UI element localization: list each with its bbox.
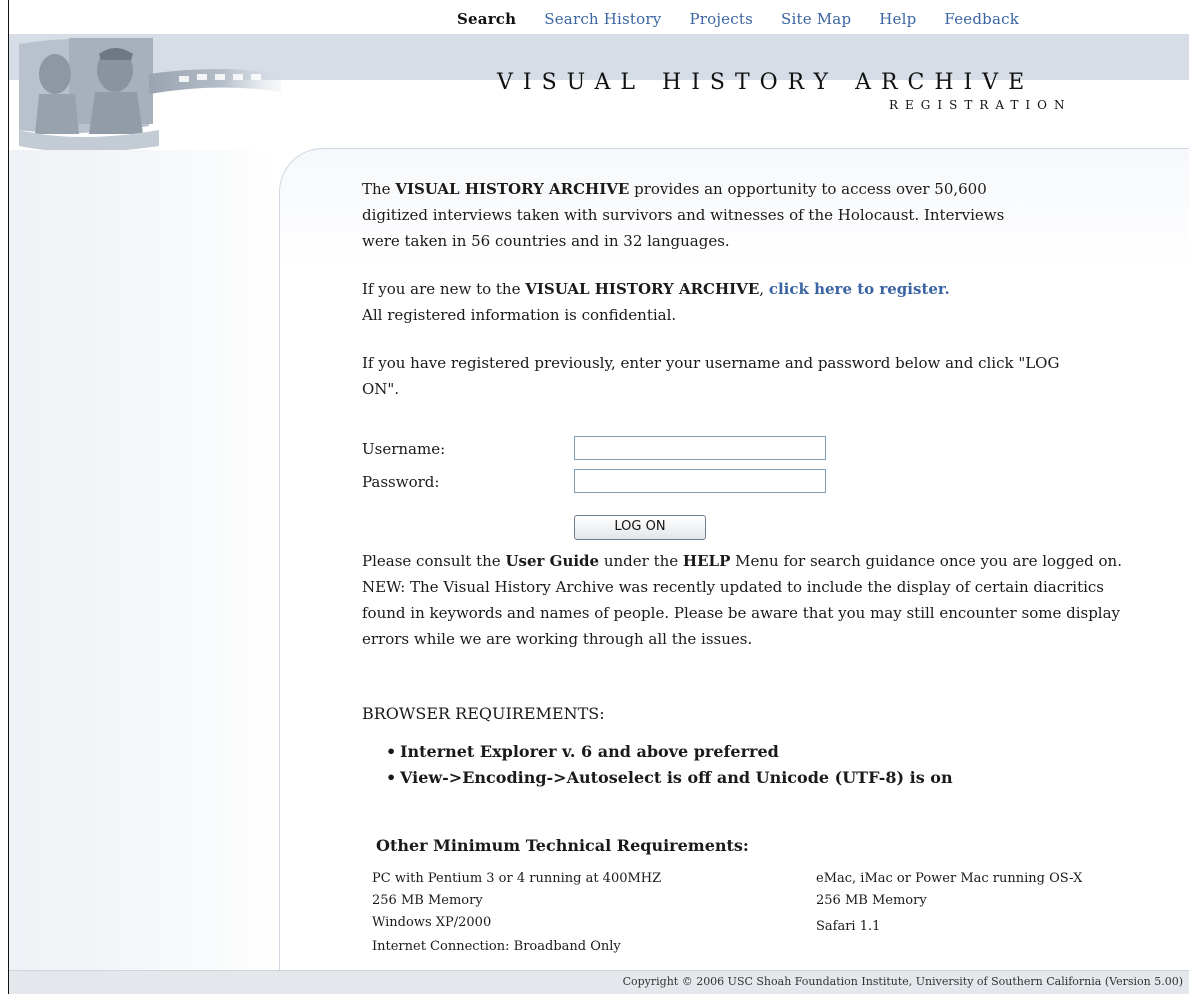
new-diacritics-note: NEW: The Visual History Archive was rece… xyxy=(362,578,1121,648)
list-item: Internet Connection: Broadband Only xyxy=(372,939,621,954)
nav-search[interactable]: Search xyxy=(457,10,516,32)
username-label: Username: xyxy=(362,440,446,458)
list-item: View->Encoding->Autoselect is off and Un… xyxy=(386,765,1152,791)
text: The xyxy=(362,180,396,198)
nav-site-map[interactable]: Site Map xyxy=(781,10,851,32)
nav-help[interactable]: Help xyxy=(879,10,916,32)
nav-search-history[interactable]: Search History xyxy=(544,10,661,32)
register-link[interactable]: click here to register. xyxy=(769,280,950,298)
list-item: 256 MB Memory xyxy=(372,893,483,908)
intro-paragraph: The VISUAL HISTORY ARCHIVE provides an o… xyxy=(362,176,1042,254)
password-label: Password: xyxy=(362,473,440,491)
password-input[interactable] xyxy=(574,469,826,493)
copyright-footer: Copyright © 2006 USC Shoah Foundation In… xyxy=(9,970,1189,994)
intro-section: The VISUAL HISTORY ARCHIVE provides an o… xyxy=(362,176,1152,402)
text: Menu for search guidance once you are lo… xyxy=(730,552,1122,570)
list-item: 256 MB Memory xyxy=(816,893,927,908)
page-title: VISUAL HISTORY ARCHIVE xyxy=(497,70,1035,95)
text: under the xyxy=(599,552,683,570)
confidential-note: All registered information is confidenti… xyxy=(362,306,677,324)
left-gradient xyxy=(9,150,279,970)
archive-name: VISUAL HISTORY ARCHIVE xyxy=(525,280,760,298)
tech-heading: Other Minimum Technical Requirements: xyxy=(376,836,749,855)
browser-heading: BROWSER REQUIREMENTS: xyxy=(362,704,605,723)
user-guide-ref: User Guide xyxy=(505,552,600,570)
password-row: Password: xyxy=(362,469,842,497)
page-subtitle: REGISTRATION xyxy=(889,98,1072,112)
help-ref: HELP xyxy=(682,552,731,570)
nav-feedback[interactable]: Feedback xyxy=(944,10,1019,32)
login-instructions: If you have registered previously, enter… xyxy=(362,354,1060,398)
mac-requirements: eMac, iMac or Power Mac running OS-X 256… xyxy=(816,868,1082,938)
user-guide-note: Please consult the User Guide under the … xyxy=(362,548,1152,574)
text: , xyxy=(759,280,769,298)
new-user-paragraph: If you are new to the VISUAL HISTORY ARC… xyxy=(362,276,1152,328)
text: If you are new to the xyxy=(362,280,526,298)
nav-projects[interactable]: Projects xyxy=(689,10,753,32)
username-row: Username: xyxy=(362,436,842,464)
archive-name: VISUAL HISTORY ARCHIVE xyxy=(395,180,630,198)
list-item: Internet Explorer v. 6 and above preferr… xyxy=(386,739,1152,765)
list-item: eMac, iMac or Power Mac running OS-X xyxy=(816,871,1083,886)
browser-list: Internet Explorer v. 6 and above preferr… xyxy=(362,739,1152,791)
archive-photo-logo xyxy=(19,38,281,152)
top-nav: Search Search History Projects Site Map … xyxy=(457,10,1047,32)
list-item: PC with Pentium 3 or 4 running at 400MHZ xyxy=(372,871,662,886)
list-item: Safari 1.1 xyxy=(816,919,881,934)
list-item: Windows XP/2000 xyxy=(372,915,492,930)
guide-section: Please consult the User Guide under the … xyxy=(362,548,1152,652)
username-input[interactable] xyxy=(574,436,826,460)
logon-button[interactable]: LOG ON xyxy=(574,515,706,540)
browser-requirements: BROWSER REQUIREMENTS: Internet Explorer … xyxy=(362,704,1152,791)
text: Please consult the xyxy=(362,552,506,570)
pc-requirements: PC with Pentium 3 or 4 running at 400MHZ… xyxy=(372,868,661,958)
